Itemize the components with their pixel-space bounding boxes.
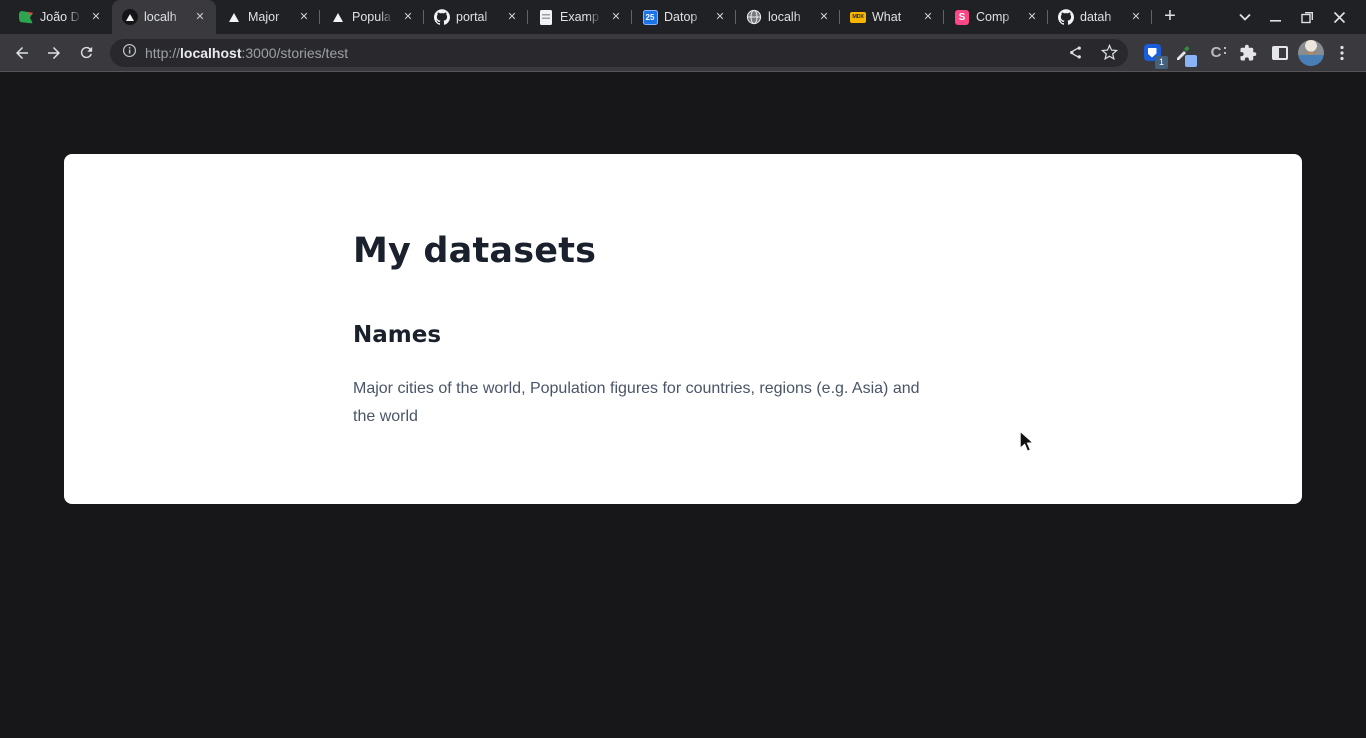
tab-close-button[interactable]: ✕ bbox=[1128, 9, 1144, 25]
tab-close-button[interactable]: ✕ bbox=[608, 9, 624, 25]
profile-avatar[interactable] bbox=[1298, 40, 1324, 66]
section-heading: Names bbox=[353, 320, 1013, 350]
back-button[interactable] bbox=[8, 39, 36, 67]
tab-localhost-2[interactable]: localh ✕ bbox=[736, 0, 840, 34]
tab-close-button[interactable]: ✕ bbox=[1024, 9, 1040, 25]
calendar-icon: 25 bbox=[642, 9, 658, 25]
tab-close-button[interactable]: ✕ bbox=[712, 9, 728, 25]
page-viewport: My datasets Names Major cities of the wo… bbox=[0, 72, 1366, 737]
tab-close-button[interactable]: ✕ bbox=[400, 9, 416, 25]
extensions-puzzle-icon[interactable] bbox=[1234, 39, 1262, 67]
url-text: http://localhost:3000/stories/test bbox=[145, 45, 1054, 61]
tab-title: Major bbox=[248, 10, 290, 24]
tab-title: localh bbox=[144, 10, 186, 24]
forward-button[interactable] bbox=[40, 39, 68, 67]
tab-close-button[interactable]: ✕ bbox=[816, 9, 832, 25]
vercel-circle-icon bbox=[122, 9, 138, 25]
tab-title: Popula bbox=[352, 10, 394, 24]
tab-title: Examp bbox=[560, 10, 602, 24]
bookmark-star-icon[interactable] bbox=[1096, 40, 1122, 66]
close-window-button[interactable] bbox=[1333, 11, 1346, 24]
tab-datahub[interactable]: datah ✕ bbox=[1048, 0, 1152, 34]
browser-window: João D ✕ localh ✕ Major ✕ Popula ✕ porta… bbox=[0, 0, 1366, 737]
page-title: My datasets bbox=[353, 228, 1013, 274]
dataset-description: Major cities of the world, Population fi… bbox=[353, 375, 1013, 431]
triangle-icon bbox=[226, 9, 242, 25]
tab-datopian[interactable]: 25 Datop ✕ bbox=[632, 0, 736, 34]
side-panel-button[interactable] bbox=[1266, 39, 1294, 67]
mdx-icon: MDX bbox=[850, 9, 866, 25]
tab-close-button[interactable]: ✕ bbox=[192, 9, 208, 25]
tab-major[interactable]: Major ✕ bbox=[216, 0, 320, 34]
browser-toolbar: http://localhost:3000/stories/test 1 C bbox=[0, 34, 1366, 72]
bitwarden-extension-icon[interactable]: 1 bbox=[1138, 39, 1166, 67]
tab-joao[interactable]: João D ✕ bbox=[8, 0, 112, 34]
share-icon[interactable] bbox=[1062, 40, 1088, 66]
tab-example[interactable]: Examp ✕ bbox=[528, 0, 632, 34]
tab-component-storybook[interactable]: S Comp ✕ bbox=[944, 0, 1048, 34]
tab-title: Datop bbox=[664, 10, 706, 24]
github-icon bbox=[1058, 9, 1074, 25]
tab-popula[interactable]: Popula ✕ bbox=[320, 0, 424, 34]
github-icon bbox=[434, 9, 450, 25]
tab-close-button[interactable]: ✕ bbox=[296, 9, 312, 25]
restore-button[interactable] bbox=[1301, 11, 1314, 24]
tab-title: datah bbox=[1080, 10, 1122, 24]
tab-localhost-active[interactable]: localh ✕ bbox=[112, 0, 216, 34]
new-tab-button[interactable]: + bbox=[1156, 3, 1184, 31]
window-controls bbox=[1239, 0, 1366, 34]
tab-close-button[interactable]: ✕ bbox=[920, 9, 936, 25]
tab-title: João D bbox=[40, 10, 82, 24]
tab-list-chevron-icon[interactable] bbox=[1239, 13, 1251, 21]
tab-title: What bbox=[872, 10, 914, 24]
document-icon bbox=[538, 9, 554, 25]
tab-title: localh bbox=[768, 10, 810, 24]
url-path: :3000/stories/test bbox=[242, 45, 349, 61]
green-notification-icon bbox=[18, 9, 34, 25]
tab-close-button[interactable]: ✕ bbox=[88, 9, 104, 25]
triangle-icon bbox=[330, 9, 346, 25]
url-host: localhost bbox=[180, 45, 241, 61]
menu-kebab-icon[interactable] bbox=[1328, 39, 1356, 67]
url-bar[interactable]: http://localhost:3000/stories/test bbox=[110, 39, 1128, 67]
minimize-button[interactable] bbox=[1270, 11, 1282, 23]
colorpick-extension-icon[interactable]: C bbox=[1202, 39, 1230, 67]
globe-icon bbox=[746, 9, 762, 25]
colorzilla-eyedropper-icon[interactable] bbox=[1170, 39, 1198, 67]
site-info-icon[interactable] bbox=[122, 43, 137, 63]
bitwarden-badge: 1 bbox=[1155, 56, 1168, 69]
content-card: My datasets Names Major cities of the wo… bbox=[64, 154, 1302, 504]
tab-title: portal bbox=[456, 10, 498, 24]
tab-close-button[interactable]: ✕ bbox=[504, 9, 520, 25]
tab-title: Comp bbox=[976, 10, 1018, 24]
storybook-icon: S bbox=[954, 9, 970, 25]
url-scheme: http:// bbox=[145, 45, 180, 61]
reload-button[interactable] bbox=[72, 39, 100, 67]
tab-what-is-mdx[interactable]: MDX What ✕ bbox=[840, 0, 944, 34]
tab-portal[interactable]: portal ✕ bbox=[424, 0, 528, 34]
tab-strip: João D ✕ localh ✕ Major ✕ Popula ✕ porta… bbox=[0, 0, 1366, 34]
